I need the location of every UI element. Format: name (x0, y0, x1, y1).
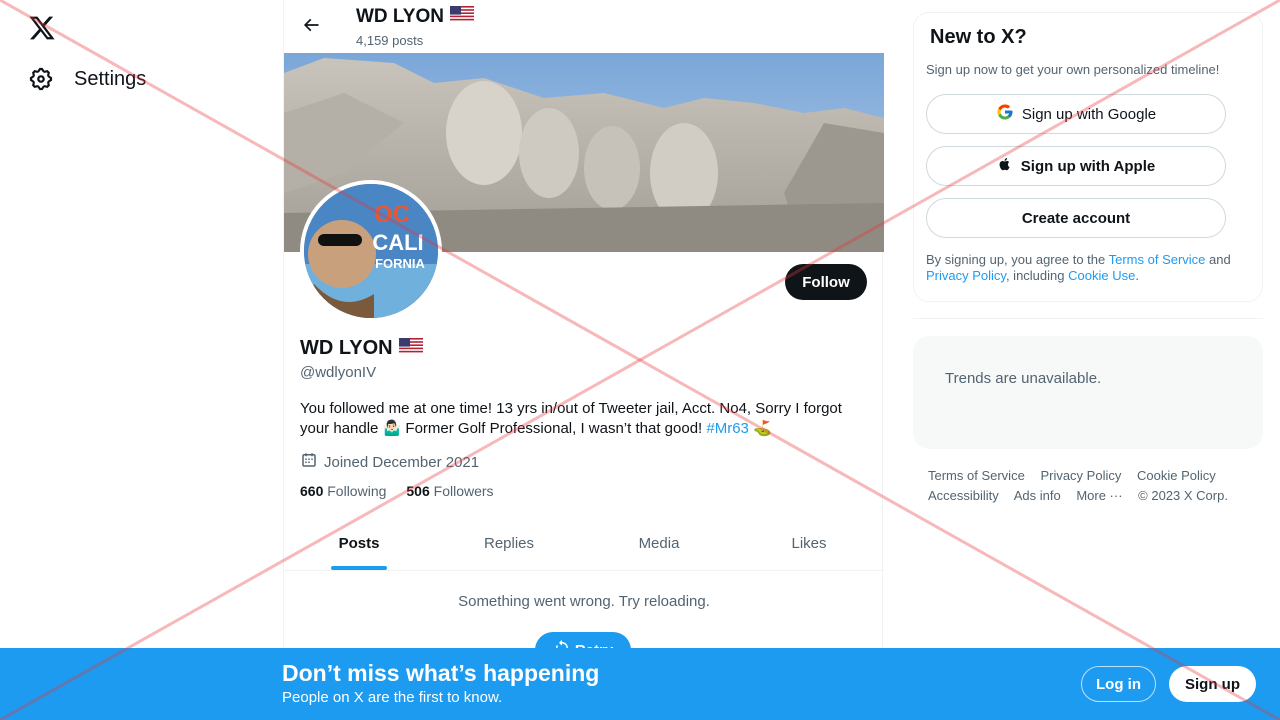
create-account-button[interactable]: Create account (926, 198, 1226, 238)
x-logo-icon[interactable] (28, 14, 56, 42)
following-count: 660 (300, 483, 324, 499)
profile-handle: @wdlyonIV (300, 364, 377, 381)
footer-link-ads-info[interactable]: Ads info (1014, 488, 1061, 503)
tab-replies[interactable]: Replies (434, 517, 584, 570)
profile-bio: You followed me at one time! 13 yrs in/o… (300, 399, 870, 439)
terms-including: , including (1005, 268, 1069, 283)
privacy-policy-link[interactable]: Privacy Policy (926, 268, 1006, 283)
apple-icon (997, 155, 1013, 177)
footer-links: Terms of Service Privacy Policy Cookie P… (928, 466, 1248, 506)
following-link[interactable]: 660 Following (300, 483, 386, 499)
google-icon (996, 103, 1014, 125)
profile-header-bar: WD LYON 4,159 posts (284, 0, 884, 53)
joined-text: Joined December 2021 (324, 453, 480, 471)
left-nav: Settings (0, 0, 283, 720)
nav-settings-link[interactable]: Settings (28, 66, 146, 92)
profile-name-text: WD LYON (300, 337, 393, 359)
footer-link-terms[interactable]: Terms of Service (928, 468, 1025, 483)
tab-posts[interactable]: Posts (284, 517, 434, 570)
signup-subtitle: Sign up now to get your own personalized… (926, 62, 1220, 77)
right-column-divider (913, 318, 1263, 319)
followers-label: Followers (433, 483, 494, 499)
profile-column: WD LYON 4,159 posts OC CALI FORNIA Follo… (283, 0, 884, 720)
signup-terms: By signing up, you agree to the Terms of… (926, 252, 1246, 284)
posts-count: 4,159 posts (356, 33, 424, 48)
followers-link[interactable]: 506 Followers (406, 483, 493, 499)
us-flag-icon (398, 337, 423, 360)
avatar-oc-text: OC (374, 201, 410, 228)
avatar-cali-text: CALI (372, 230, 423, 255)
joined-date: Joined December 2021 (300, 451, 479, 473)
header-name: WD LYON (356, 6, 474, 28)
gear-icon (28, 66, 54, 92)
calendar-icon (300, 451, 318, 473)
followers-count: 506 (406, 483, 430, 499)
footer-link-more[interactable]: More ··· (1076, 488, 1122, 503)
profile-tabs: Posts Replies Media Likes (284, 517, 884, 571)
terms-end: . (1135, 268, 1139, 283)
footer-link-cookie[interactable]: Cookie Policy (1137, 468, 1216, 483)
tab-likes[interactable]: Likes (734, 517, 884, 570)
signup-apple-button[interactable]: Sign up with Apple (926, 146, 1226, 186)
footer-link-accessibility[interactable]: Accessibility (928, 488, 999, 503)
profile-name: WD LYON (300, 337, 423, 360)
header-name-text: WD LYON (356, 6, 444, 27)
bio-end: ⛳ (748, 420, 772, 437)
bio-hashtag-link[interactable]: #Mr63 (706, 420, 749, 437)
profile-avatar[interactable]: OC CALI FORNIA (300, 180, 442, 322)
us-flag-icon (449, 6, 474, 28)
back-button[interactable] (296, 12, 326, 42)
signup-apple-label: Sign up with Apple (1020, 157, 1156, 175)
signup-button[interactable]: Sign up (1169, 666, 1256, 702)
signup-google-button[interactable]: Sign up with Google (926, 94, 1226, 134)
banner-subline: People on X are the first to know. (282, 689, 503, 706)
cookie-use-link[interactable]: Cookie Use (1068, 268, 1135, 283)
signup-title: New to X? (930, 26, 1027, 48)
follow-counts: 660 Following 506 Followers (300, 483, 494, 499)
following-label: Following (327, 483, 387, 499)
bottom-signup-banner: Don’t miss what’s happening People on X … (0, 648, 1280, 720)
nav-settings-label: Settings (74, 67, 147, 90)
feed-error-message: Something went wrong. Try reloading. (458, 593, 710, 610)
login-button[interactable]: Log in (1081, 666, 1156, 702)
banner-headline: Don’t miss what’s happening (282, 660, 600, 686)
terms-and: and (1205, 252, 1231, 267)
terms-prefix: By signing up, you agree to the (926, 252, 1109, 267)
avatar-fornia-text: FORNIA (375, 256, 425, 271)
follow-button[interactable]: Follow (785, 264, 867, 300)
tab-media[interactable]: Media (584, 517, 734, 570)
signup-card: New to X? Sign up now to get your own pe… (913, 12, 1263, 302)
terms-of-service-link[interactable]: Terms of Service (1109, 252, 1206, 267)
trends-card: Trends are unavailable. (913, 336, 1263, 449)
trends-unavailable-message: Trends are unavailable. (945, 370, 1102, 387)
signup-google-label: Sign up with Google (1021, 105, 1157, 123)
footer-link-privacy[interactable]: Privacy Policy (1040, 468, 1121, 483)
footer-copyright: © 2023 X Corp. (1138, 488, 1228, 503)
arrow-left-icon (301, 15, 321, 40)
